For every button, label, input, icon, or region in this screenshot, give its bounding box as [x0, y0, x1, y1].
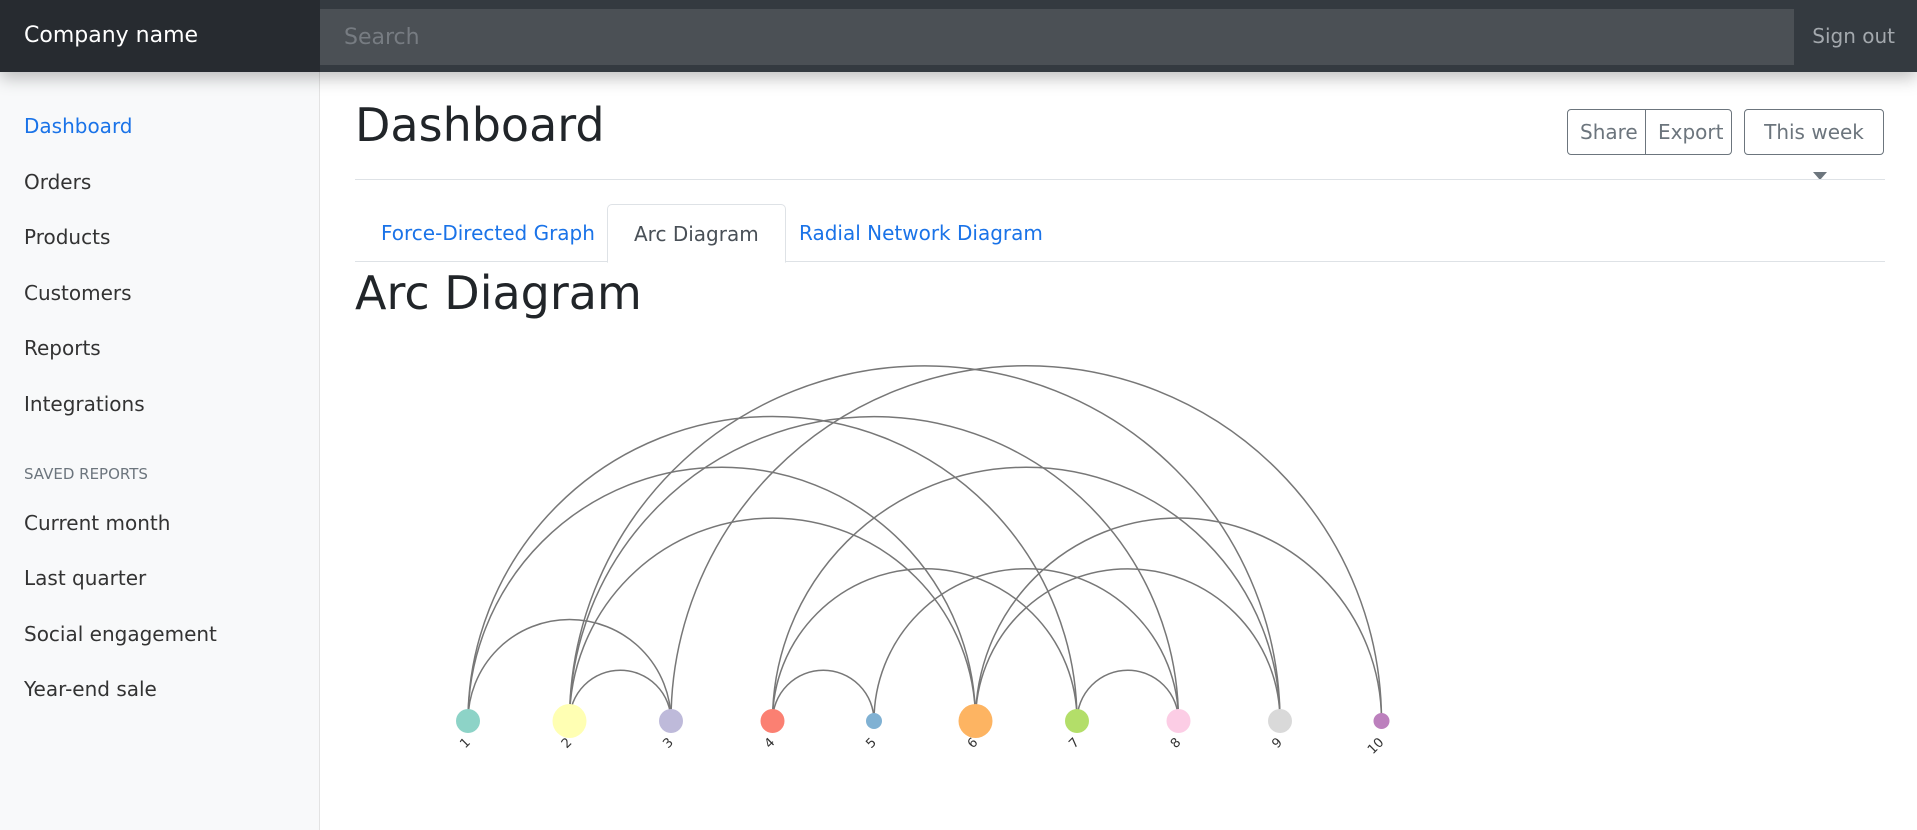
node-3[interactable] [659, 709, 683, 733]
node-label-3: 3 [660, 735, 676, 751]
link-7-8 [1076, 669, 1180, 722]
node-2[interactable] [552, 704, 587, 738]
search-input[interactable] [320, 9, 1794, 65]
node-10[interactable] [1373, 713, 1390, 729]
node-label-2: 2 [559, 735, 575, 751]
node-label-9: 9 [1269, 735, 1285, 751]
node-label-6: 6 [965, 735, 981, 751]
link-2-3 [568, 669, 672, 722]
brand-logo[interactable]: Company name [0, 0, 320, 72]
node-label-7: 7 [1066, 735, 1082, 751]
arc-diagram: 1 2 3 4 5 6 7 8 9 10 [456, 365, 1390, 758]
node-1[interactable] [456, 709, 480, 733]
node-9[interactable] [1268, 709, 1292, 733]
link-4-9 [771, 466, 1281, 722]
node-label-5: 5 [863, 735, 879, 751]
link-1-7 [467, 415, 1078, 722]
node-5[interactable] [866, 713, 882, 729]
node-label-10: 10 [1365, 735, 1387, 757]
link-6-10 [974, 517, 1383, 722]
link-2-6 [568, 517, 977, 722]
node-label-8: 8 [1168, 735, 1184, 751]
sign-out-link[interactable]: Sign out [1812, 0, 1895, 72]
link-5-8 [873, 568, 1180, 722]
link-4-7 [771, 568, 1078, 722]
link-4-5 [771, 669, 875, 722]
node-7[interactable] [1065, 709, 1089, 733]
link-1-6 [467, 466, 977, 722]
node-label-1: 1 [457, 735, 473, 751]
node-6[interactable] [958, 704, 993, 738]
node-label-4: 4 [762, 735, 778, 751]
top-navbar: Company name Sign out [0, 0, 1917, 72]
node-8[interactable] [1166, 709, 1191, 733]
node-4[interactable] [760, 709, 785, 733]
